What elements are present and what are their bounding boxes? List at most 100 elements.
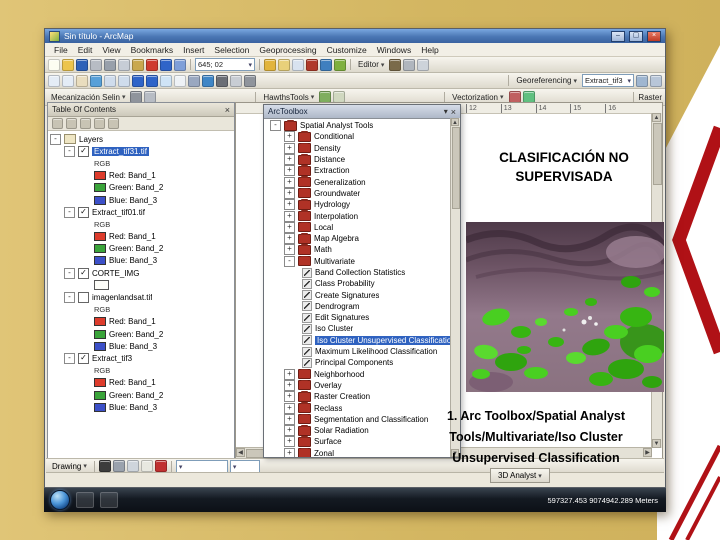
collapse-icon[interactable] xyxy=(64,206,75,218)
full-extent-icon[interactable] xyxy=(90,74,102,87)
toolset-node[interactable]: Math xyxy=(266,244,450,256)
collapse-icon[interactable] xyxy=(64,267,75,279)
tool-item-selected[interactable]: Iso Cluster Unsupervised Classification xyxy=(266,335,450,346)
font-size-combo[interactable] xyxy=(229,459,260,473)
expand-icon[interactable] xyxy=(284,391,295,403)
toolset-node[interactable]: Conditional xyxy=(266,131,450,143)
drawing-arrow-icon[interactable] xyxy=(98,460,111,472)
expand-icon[interactable] xyxy=(284,233,295,245)
expand-icon[interactable] xyxy=(284,402,295,414)
tool-item[interactable]: Principal Components xyxy=(266,357,450,368)
expand-icon[interactable] xyxy=(284,176,295,188)
tool-item[interactable]: Band Collection Statistics xyxy=(266,267,450,278)
font-combo[interactable] xyxy=(175,459,228,473)
toolset-node[interactable]: Density xyxy=(266,142,450,154)
vectorization-dropdown[interactable]: Vectorization xyxy=(449,93,506,102)
toolset-node[interactable]: Hydrology xyxy=(266,199,450,211)
collapse-icon[interactable] xyxy=(64,352,75,364)
toolset-node[interactable]: Extraction xyxy=(266,165,450,177)
font-color-icon[interactable] xyxy=(154,460,167,472)
menu-item[interactable]: File xyxy=(49,45,73,55)
menu-item[interactable]: Selection xyxy=(209,45,254,55)
toolset-node[interactable]: Map Algebra xyxy=(266,232,450,245)
list-by-visibility-icon[interactable] xyxy=(80,118,91,129)
expand-icon[interactable] xyxy=(284,436,295,448)
arctoolbox-icon[interactable] xyxy=(306,58,318,71)
copy-icon[interactable] xyxy=(118,58,130,71)
expand-icon[interactable] xyxy=(284,187,295,199)
expand-icon[interactable] xyxy=(284,379,295,391)
layer-checkbox[interactable] xyxy=(78,206,89,218)
toolset-node[interactable]: Groundwater xyxy=(266,187,450,199)
save-icon[interactable] xyxy=(76,58,88,71)
editor-dropdown[interactable]: Editor xyxy=(355,60,387,69)
chevron-down-icon[interactable] xyxy=(444,107,448,116)
expand-icon[interactable] xyxy=(284,447,295,457)
collapse-icon[interactable] xyxy=(270,120,281,132)
tool-item[interactable]: Edit Signatures xyxy=(266,312,450,323)
toolset-node[interactable]: Generalization xyxy=(266,176,450,188)
back-extent-icon[interactable] xyxy=(132,74,144,87)
drawing-dropdown[interactable]: Drawing xyxy=(49,462,90,471)
expand-icon[interactable] xyxy=(284,368,295,380)
georef-rotate-icon[interactable] xyxy=(650,74,662,87)
close-icon[interactable] xyxy=(647,30,661,42)
list-by-selection-icon[interactable] xyxy=(94,118,105,129)
expand-icon[interactable] xyxy=(284,154,295,166)
list-by-source-icon[interactable] xyxy=(66,118,77,129)
python-window-icon[interactable] xyxy=(320,58,332,71)
tool-item[interactable]: Class Probability xyxy=(266,278,450,289)
select-features-icon[interactable] xyxy=(160,74,172,87)
toc-layer-row[interactable]: CORTE_IMG xyxy=(50,267,234,279)
editor-attributes-icon[interactable] xyxy=(417,58,430,71)
menu-item[interactable]: Edit xyxy=(73,45,98,55)
measure-icon[interactable] xyxy=(244,74,256,87)
collapse-icon[interactable] xyxy=(284,255,295,267)
close-icon[interactable] xyxy=(225,105,230,115)
layer-checkbox[interactable] xyxy=(78,352,89,364)
open-folder-icon[interactable] xyxy=(62,58,74,71)
toc-layer-row[interactable]: Extract_tif31.tif xyxy=(50,145,234,157)
rotate-element-icon[interactable] xyxy=(112,460,125,472)
redo-icon[interactable] xyxy=(174,58,186,71)
select-elements-icon[interactable] xyxy=(188,74,200,87)
menu-item[interactable]: Customize xyxy=(322,45,372,55)
toolset-node[interactable]: Distance xyxy=(266,153,450,166)
collapse-icon[interactable] xyxy=(50,133,61,145)
delete-icon[interactable] xyxy=(146,58,158,71)
new-document-icon[interactable] xyxy=(48,58,60,71)
start-button[interactable] xyxy=(50,490,70,510)
arccatalog-icon[interactable] xyxy=(278,58,290,71)
clear-selection-icon[interactable] xyxy=(174,74,186,87)
menu-item[interactable]: Insert xyxy=(178,45,209,55)
menu-item[interactable]: View xyxy=(97,45,125,55)
expand-icon[interactable] xyxy=(284,131,295,143)
tool-item[interactable]: Create Signatures xyxy=(266,289,450,301)
toolset-node[interactable]: Interpolation xyxy=(266,210,450,222)
pan-icon[interactable] xyxy=(76,74,88,87)
fixed-zoom-out-icon[interactable] xyxy=(118,74,130,87)
georef-fit-icon[interactable] xyxy=(636,74,648,87)
minimize-icon[interactable] xyxy=(611,30,625,42)
undo-icon[interactable] xyxy=(160,58,172,71)
zoom-in-icon[interactable] xyxy=(48,74,60,87)
raster-toolbar-label[interactable]: Raster xyxy=(638,93,662,102)
expand-icon[interactable] xyxy=(284,413,295,425)
add-data-icon[interactable] xyxy=(264,58,276,71)
editor-sketch-icon[interactable] xyxy=(389,58,402,71)
expand-icon[interactable] xyxy=(284,244,295,256)
scroll-up-icon[interactable] xyxy=(451,118,459,126)
find-icon[interactable] xyxy=(216,74,228,87)
expand-icon[interactable] xyxy=(284,142,295,154)
tool-item[interactable]: Iso Cluster xyxy=(266,323,450,334)
forward-extent-icon[interactable] xyxy=(146,74,158,87)
toolset-node[interactable]: Neighborhood xyxy=(266,368,450,380)
modelbuilder-icon[interactable] xyxy=(334,58,346,71)
collapse-icon[interactable] xyxy=(64,145,75,157)
toc-layer-row[interactable]: imagenlandsat.tif xyxy=(50,291,234,304)
expand-icon[interactable] xyxy=(284,425,295,437)
georeferencing-dropdown[interactable]: Georeferencing xyxy=(513,76,580,85)
list-by-drawing-order-icon[interactable] xyxy=(52,118,63,129)
tool-item[interactable]: Maximum Likelihood Classification xyxy=(266,346,450,357)
expand-icon[interactable] xyxy=(284,199,295,211)
